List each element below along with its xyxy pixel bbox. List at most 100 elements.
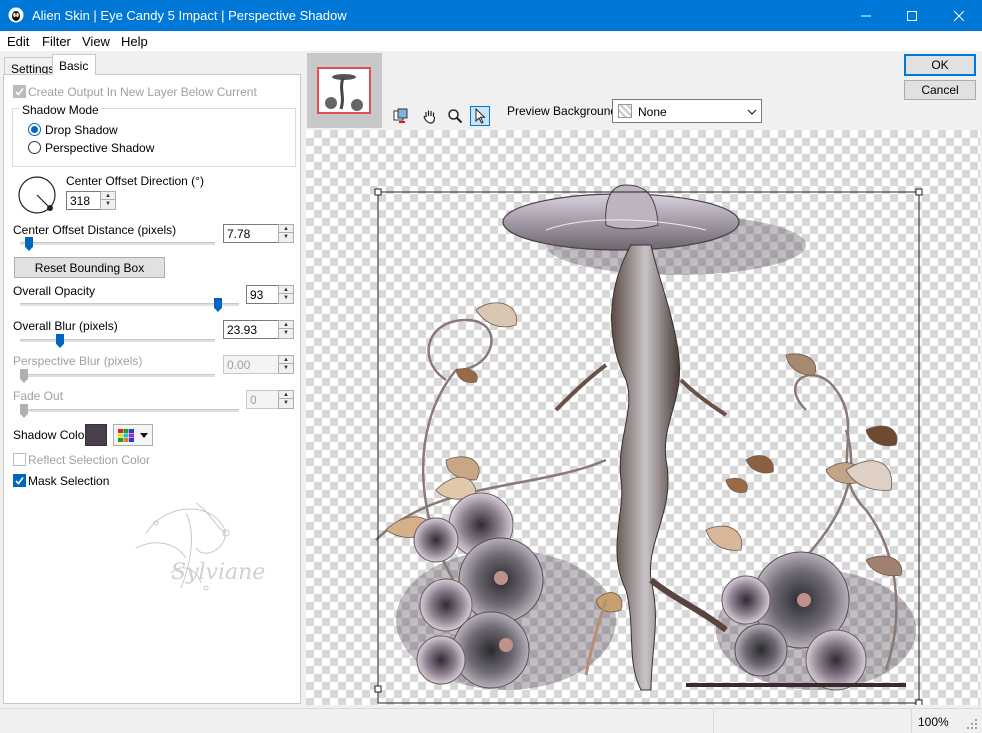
spin-up-icon[interactable]: ▲ xyxy=(279,321,293,329)
fade-out-spinbox: 0 ▲ ▼ xyxy=(246,390,294,409)
basic-tab-pane: Create Output In New Layer Below Current… xyxy=(3,74,301,704)
spin-up-icon: ▲ xyxy=(279,391,293,399)
overall-opacity-label: Overall Opacity xyxy=(13,284,96,298)
opacity-spin-arrows[interactable]: ▲ ▼ xyxy=(278,285,294,304)
shadow-color-swatch[interactable] xyxy=(85,424,107,446)
menu-view[interactable]: View xyxy=(82,34,110,49)
spin-down-icon[interactable]: ▼ xyxy=(279,294,293,302)
dropdown-arrow-icon xyxy=(140,433,148,438)
mask-selection-label: Mask Selection xyxy=(28,474,110,488)
spin-down-icon[interactable]: ▼ xyxy=(101,200,115,208)
status-bar: 100% xyxy=(0,708,982,733)
spin-down-icon: ▼ xyxy=(283,400,289,406)
fade-out-track xyxy=(20,409,239,412)
center-offset-distance-label: Center Offset Distance (pixels) xyxy=(13,223,177,237)
perspective-blur-track xyxy=(20,374,215,377)
spin-up-icon: ▲ xyxy=(279,356,293,364)
distance-spin-arrows[interactable]: ▲ ▼ xyxy=(278,224,294,243)
mask-selection-checkbox[interactable] xyxy=(13,474,26,487)
maximize-icon xyxy=(907,10,917,21)
spin-down-icon: ▼ xyxy=(283,365,289,371)
overall-opacity-slider[interactable] xyxy=(214,298,222,312)
thumbnail-image xyxy=(325,74,363,111)
compare-icon xyxy=(393,108,408,123)
status-divider xyxy=(911,709,912,733)
maximize-button[interactable] xyxy=(889,0,935,31)
center-offset-distance-slider[interactable] xyxy=(25,237,33,251)
settings-panel: Settings Basic Create Output In New Laye… xyxy=(0,51,304,706)
color-palette-icon xyxy=(118,429,134,442)
overall-opacity-spinbox[interactable]: 93 ▲ ▼ xyxy=(246,285,294,304)
color-picker-dropdown[interactable] xyxy=(113,424,153,446)
fade-out-spin-arrows: ▲ ▼ xyxy=(278,390,294,409)
preview-background-value: None xyxy=(638,105,667,119)
title-bar: Alien Skin | Eye Candy 5 Impact | Perspe… xyxy=(0,0,982,31)
zoom-level: 100% xyxy=(918,715,949,729)
overall-blur-track[interactable] xyxy=(20,339,215,342)
alien-skin-app-icon xyxy=(8,7,24,23)
zoom-tool[interactable] xyxy=(445,106,465,126)
center-offset-distance-spinbox[interactable]: 7.78 ▲ ▼ xyxy=(223,224,294,243)
drop-shadow-radio[interactable] xyxy=(28,123,41,136)
center-offset-distance-track[interactable] xyxy=(20,242,215,245)
navigator-thumbnail[interactable] xyxy=(307,53,382,128)
tab-basic[interactable]: Basic xyxy=(52,54,96,75)
spin-up-icon[interactable]: ▲ xyxy=(279,286,293,294)
spin-down-icon[interactable]: ▼ xyxy=(279,329,293,337)
fade-out-value: 0 xyxy=(250,393,257,407)
close-icon xyxy=(954,10,964,21)
cancel-button[interactable]: Cancel xyxy=(904,80,976,100)
compare-tool[interactable] xyxy=(391,106,411,126)
overall-opacity-track[interactable] xyxy=(20,303,239,306)
overall-blur-slider[interactable] xyxy=(56,334,64,348)
spin-up-icon[interactable]: ▲ xyxy=(101,192,115,200)
close-button[interactable] xyxy=(936,0,982,31)
navigator-viewport[interactable] xyxy=(317,67,371,114)
direction-spinbox[interactable]: 318 ▲ ▼ xyxy=(66,191,116,210)
window-title: Alien Skin | Eye Candy 5 Impact | Perspe… xyxy=(32,8,347,23)
perspective-blur-spin-arrows: ▲ ▼ xyxy=(278,355,294,374)
direction-spin-arrows[interactable]: ▲ ▼ xyxy=(100,191,116,210)
preview-background-label: Preview Background: xyxy=(507,104,621,118)
menu-help[interactable]: Help xyxy=(121,34,148,49)
overall-opacity-value: 93 xyxy=(250,288,264,302)
fade-out-label: Fade Out xyxy=(13,389,64,403)
sylviane-watermark: Sylviane xyxy=(135,502,265,591)
reset-bounding-box-button[interactable]: Reset Bounding Box xyxy=(14,257,165,278)
menu-filter[interactable]: Filter xyxy=(42,34,71,49)
resize-grip-icon[interactable] xyxy=(966,718,978,730)
create-output-checkbox[interactable] xyxy=(13,85,26,98)
preview-canvas[interactable] xyxy=(306,130,980,705)
perspective-shadow-radio[interactable] xyxy=(28,141,41,154)
magnifier-icon xyxy=(448,109,463,124)
perspective-shadow-label: Perspective Shadow xyxy=(45,141,155,155)
drop-shadow-label: Drop Shadow xyxy=(45,123,118,137)
direction-value: 318 xyxy=(70,194,91,208)
checkmark-icon xyxy=(15,477,24,485)
center-offset-direction-label: Center Offset Direction (°) xyxy=(66,174,204,188)
spin-down-icon[interactable]: ▼ xyxy=(279,233,293,241)
perspective-blur-label: Perspective Blur (pixels) xyxy=(13,354,143,368)
preview-background-select[interactable]: None xyxy=(612,99,762,123)
blur-spin-arrows[interactable]: ▲ ▼ xyxy=(278,320,294,339)
hand-icon xyxy=(423,110,436,124)
chevron-down-icon xyxy=(747,109,757,115)
direction-dial[interactable] xyxy=(17,175,57,215)
hand-tool[interactable] xyxy=(420,106,440,126)
overall-blur-label: Overall Blur (pixels) xyxy=(13,319,118,333)
perspective-blur-value: 0.00 xyxy=(227,358,251,372)
perspective-blur-slider xyxy=(20,369,28,383)
fade-out-slider xyxy=(20,404,28,418)
overall-blur-value: 23.93 xyxy=(227,323,258,337)
overall-blur-spinbox[interactable]: 23.93 ▲ ▼ xyxy=(223,320,294,339)
minimize-button[interactable] xyxy=(843,0,889,31)
watermark-text: Sylviane xyxy=(171,560,265,585)
select-tool[interactable] xyxy=(470,106,490,126)
create-output-label: Create Output In New Layer Below Current xyxy=(28,85,257,99)
center-offset-distance-value: 7.78 xyxy=(227,227,251,241)
ok-button[interactable]: OK xyxy=(904,54,976,76)
shadow-mode-title: Shadow Mode xyxy=(20,103,101,117)
status-divider xyxy=(713,709,714,733)
spin-up-icon[interactable]: ▲ xyxy=(279,225,293,233)
menu-edit[interactable]: Edit xyxy=(7,34,29,49)
